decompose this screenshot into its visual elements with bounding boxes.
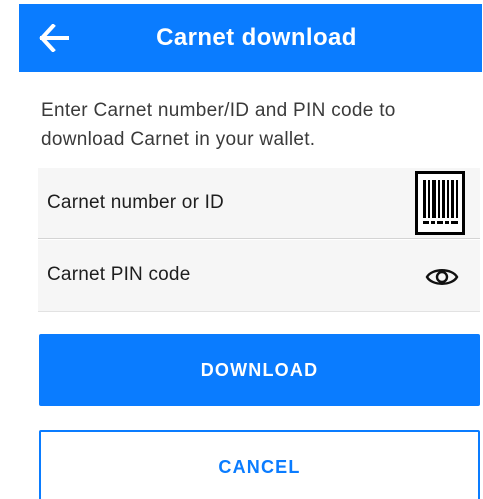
carnet-download-screen: Carnet download Enter Carnet number/ID a… [0,0,483,499]
barcode-scan-icon [415,171,465,235]
carnet-pin-placeholder: Carnet PIN code [47,264,191,285]
cancel-button[interactable]: CANCEL [39,430,480,499]
instructions-text: Enter Carnet number/ID and PIN code to d… [41,100,396,150]
barcode-scan-button[interactable] [415,171,465,235]
page-title: Carnet download [156,24,357,51]
toggle-pin-visibility-button[interactable] [423,260,461,294]
carnet-pin-field[interactable]: Carnet PIN code [38,240,480,312]
app-bar: Carnet download [19,4,482,72]
carnet-number-field[interactable]: Carnet number or ID [38,168,480,239]
download-button[interactable]: DOWNLOAD [39,334,480,406]
eye-icon [425,269,459,285]
carnet-number-placeholder: Carnet number or ID [47,192,224,213]
